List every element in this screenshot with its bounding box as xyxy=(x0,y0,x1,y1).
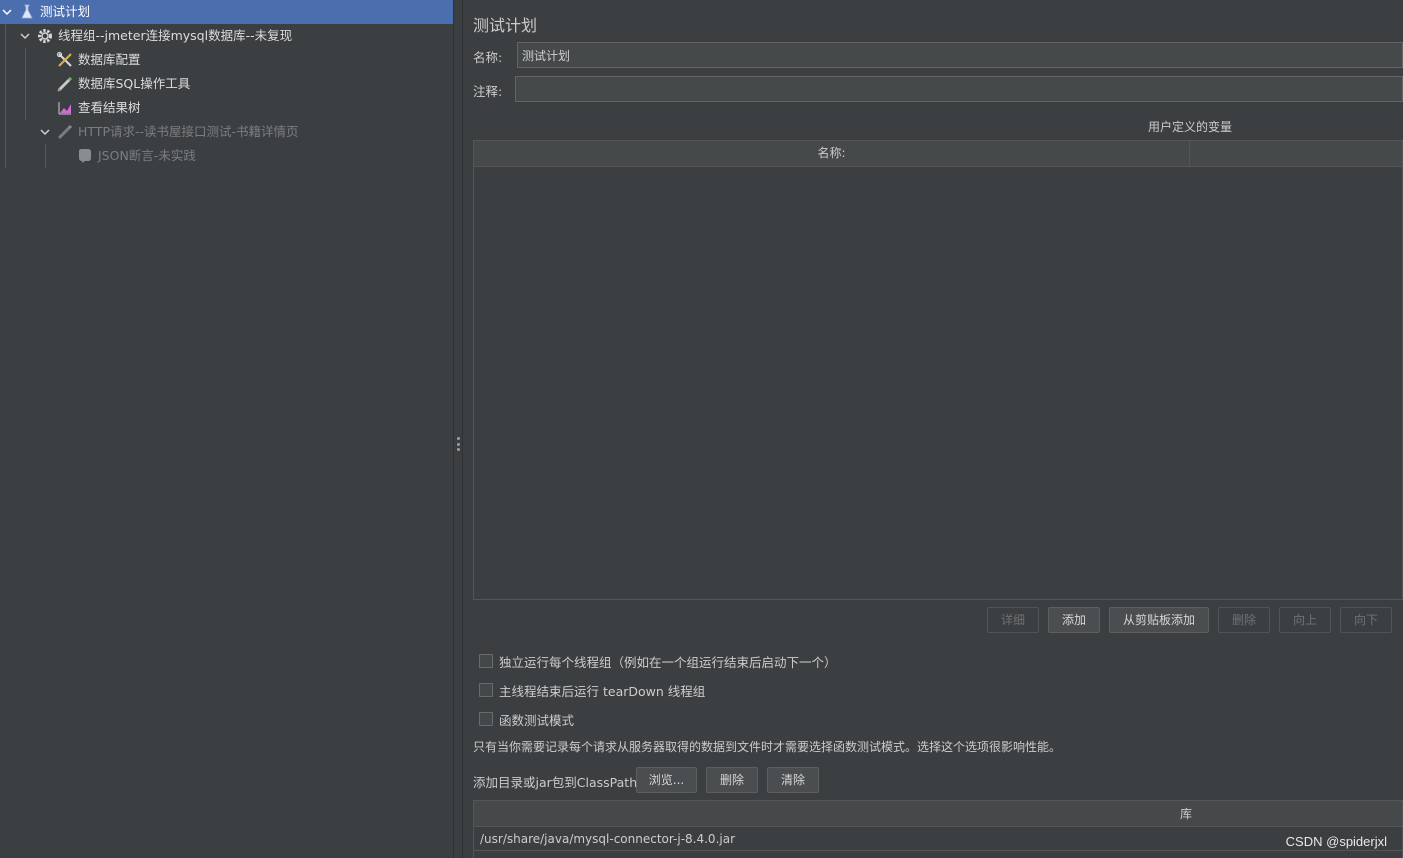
delete-classpath-button[interactable]: 删除 xyxy=(706,767,758,793)
tree-item-db-config[interactable]: 数据库配置 xyxy=(56,48,141,72)
add-button[interactable]: 添加 xyxy=(1048,607,1100,633)
checkbox-label: 函数测试模式 xyxy=(499,712,575,728)
tree-guide-line xyxy=(5,24,6,168)
checkbox[interactable] xyxy=(479,712,493,726)
sampler-pen-icon xyxy=(56,123,74,141)
checkbox[interactable] xyxy=(479,683,493,697)
browse-button[interactable]: 浏览... xyxy=(636,767,697,793)
column-header-library[interactable]: 库 xyxy=(474,801,1402,827)
checkbox[interactable] xyxy=(479,654,493,668)
panel-splitter[interactable] xyxy=(453,0,463,858)
watermark: CSDN @spiderjxl xyxy=(1285,834,1387,849)
tree-item-label: 线程组--jmeter连接mysql数据库--未复现 xyxy=(58,28,293,43)
add-from-clipboard-button[interactable]: 从剪贴板添加 xyxy=(1109,607,1209,633)
functional-test-mode-option[interactable]: 函数测试模式 xyxy=(479,710,574,728)
test-plan-tree: 测试计划 线程组--jmeter连接mysql数据库--未复现 数据库配置 数据… xyxy=(0,0,453,858)
comment-label: 注释: xyxy=(473,84,503,99)
classpath-library-table[interactable]: 库 /usr/share/java/mysql-connector-j-8.4.… xyxy=(473,800,1403,858)
gear-icon xyxy=(36,27,54,45)
classpath-label: 添加目录或jar包到ClassPath xyxy=(473,775,638,790)
tree-item-label: HTTP请求--读书屋接口测试-书籍详情页 xyxy=(78,124,299,139)
tree-item-test-plan[interactable]: 测试计划 xyxy=(0,0,453,24)
user-variables-table[interactable]: 名称: xyxy=(473,140,1403,600)
delete-variable-button[interactable]: 删除 xyxy=(1218,607,1270,633)
sampler-pen-icon xyxy=(56,75,74,93)
tree-guide-line xyxy=(25,48,26,120)
column-header-name[interactable]: 名称: xyxy=(474,141,1190,166)
checkbox-label: 独立运行每个线程组（例如在一个组运行结束后启动下一个） xyxy=(499,654,837,670)
tree-item-label: 数据库SQL操作工具 xyxy=(78,76,191,91)
table-row[interactable]: /usr/share/java/mysql-connector-j-8.4.0.… xyxy=(474,827,1402,851)
tree-item-http-request[interactable]: HTTP请求--读书屋接口测试-书籍详情页 xyxy=(38,120,299,144)
result-tree-icon xyxy=(56,99,74,117)
table-header: 名称: xyxy=(474,141,1402,167)
test-plan-panel: 测试计划 名称: 注释: 用户定义的变量 名称: 详细 添加 从剪贴板添加 删除… xyxy=(463,0,1403,858)
comment-input[interactable] xyxy=(515,76,1403,102)
tree-item-jdbc-request[interactable]: 数据库SQL操作工具 xyxy=(56,72,190,96)
tree-item-json-assertion[interactable]: JSON断言-未实践 xyxy=(76,144,196,168)
run-thread-groups-consecutively-option[interactable]: 独立运行每个线程组（例如在一个组运行结束后启动下一个） xyxy=(479,652,837,670)
chevron-down-icon[interactable] xyxy=(0,0,14,24)
functional-mode-note: 只有当你需要记录每个请求从服务器取得的数据到文件时才需要选择函数测试模式。选择这… xyxy=(473,740,1062,754)
tree-item-label: 测试计划 xyxy=(40,4,91,19)
drag-handle-icon xyxy=(457,437,460,451)
page-title: 测试计划 xyxy=(473,16,538,35)
test-plan-icon xyxy=(18,3,36,21)
move-down-button[interactable]: 向下 xyxy=(1340,607,1392,633)
tree-item-thread-group[interactable]: 线程组--jmeter连接mysql数据库--未复现 xyxy=(18,24,292,48)
config-tools-icon xyxy=(56,51,74,69)
assertion-icon xyxy=(76,147,94,165)
tree-item-label: 查看结果树 xyxy=(78,100,141,115)
user-variables-title: 用户定义的变量 xyxy=(1147,120,1232,134)
chevron-down-icon[interactable] xyxy=(38,120,52,144)
tree-guide-line xyxy=(45,144,46,168)
tree-item-label: JSON断言-未实践 xyxy=(98,148,196,163)
tree-item-label: 数据库配置 xyxy=(78,52,141,67)
name-input[interactable] xyxy=(517,42,1403,68)
run-teardown-option[interactable]: 主线程结束后运行 tearDown 线程组 xyxy=(479,681,705,699)
chevron-down-icon[interactable] xyxy=(18,24,32,48)
name-label: 名称: xyxy=(473,50,503,65)
tree-item-view-results-tree[interactable]: 查看结果树 xyxy=(56,96,141,120)
move-up-button[interactable]: 向上 xyxy=(1279,607,1331,633)
clear-classpath-button[interactable]: 清除 xyxy=(767,767,819,793)
checkbox-label: 主线程结束后运行 tearDown 线程组 xyxy=(499,683,706,699)
detail-button[interactable]: 详细 xyxy=(987,607,1039,633)
